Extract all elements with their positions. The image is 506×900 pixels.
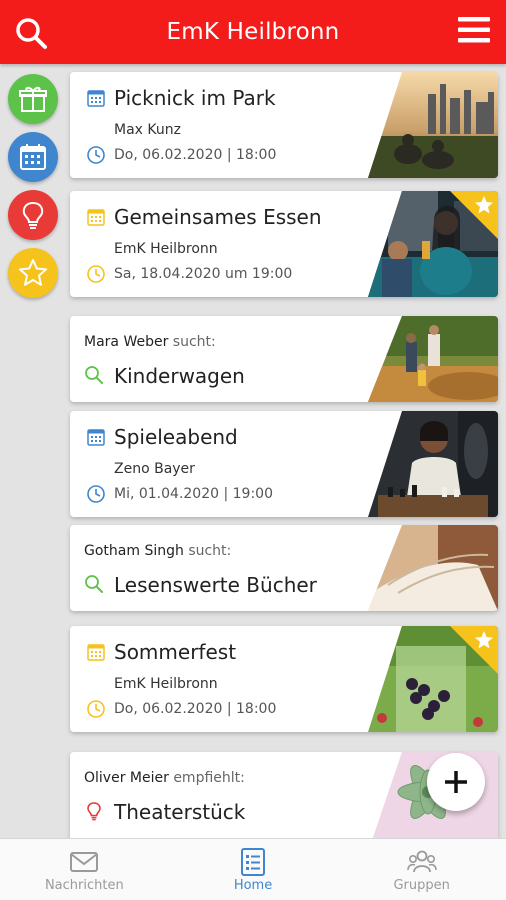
request-author: Mara Weber xyxy=(84,334,169,350)
clock-icon xyxy=(87,146,105,164)
list-icon xyxy=(241,848,265,876)
bottom-navigation: Nachrichten Home Gruppen xyxy=(0,838,506,900)
plus-icon xyxy=(445,771,467,793)
gift-icon xyxy=(19,86,47,112)
request-author-line: Mara Weber sucht: xyxy=(84,334,216,350)
star-icon xyxy=(475,631,493,649)
recommendation-author-line: Oliver Meier empfiehlt: xyxy=(84,770,245,786)
idea-filter-button[interactable] xyxy=(8,190,58,240)
clock-icon xyxy=(87,265,105,283)
search-icon xyxy=(85,575,103,593)
event-date: Do, 06.02.2020 | 18:00 xyxy=(114,147,277,163)
family-walk-photo xyxy=(368,316,498,402)
app-header: EmK Heilbronn xyxy=(0,0,506,64)
request-author-line: Gotham Singh sucht: xyxy=(84,543,231,559)
recommendation-verb: empfiehlt: xyxy=(173,770,245,786)
request-card[interactable]: Gotham Singh sucht: Lesenswerte Bücher xyxy=(70,525,498,611)
search-button[interactable] xyxy=(14,16,48,50)
nav-nachrichten[interactable]: Nachrichten xyxy=(0,839,169,900)
request-verb: sucht: xyxy=(172,334,216,350)
nav-gruppen[interactable]: Gruppen xyxy=(337,839,506,900)
request-author: Gotham Singh xyxy=(84,543,184,559)
request-title: Lesenswerte Bücher xyxy=(114,573,317,597)
mail-icon xyxy=(70,852,99,872)
nav-home[interactable]: Home xyxy=(169,839,338,900)
star-icon xyxy=(19,259,47,286)
event-title: Gemeinsames Essen xyxy=(114,205,322,229)
calendar-icon xyxy=(87,429,105,446)
star-icon xyxy=(475,196,493,214)
calendar-icon xyxy=(20,144,46,170)
event-date: Do, 06.02.2020 | 18:00 xyxy=(114,701,277,717)
event-card[interactable]: Picknick im Park Max Kunz Do, 06.02.2020… xyxy=(70,72,498,178)
nav-gruppen-label: Gruppen xyxy=(393,878,450,893)
event-organizer: Max Kunz xyxy=(114,122,181,138)
recommendation-title: Theaterstück xyxy=(114,800,246,824)
gift-filter-button[interactable] xyxy=(8,74,58,124)
event-organizer: Zeno Bayer xyxy=(114,461,195,477)
group-icon xyxy=(406,850,437,873)
lightbulb-icon xyxy=(87,802,101,821)
event-date: Mi, 01.04.2020 | 19:00 xyxy=(114,486,273,502)
event-card[interactable]: Sommerfest EmK Heilbronn Do, 06.02.2020 … xyxy=(70,626,498,732)
nav-home-label: Home xyxy=(233,878,273,893)
event-organizer: EmK Heilbronn xyxy=(114,241,218,257)
recommendation-author: Oliver Meier xyxy=(84,770,169,786)
clock-icon xyxy=(87,700,105,718)
event-title: Sommerfest xyxy=(114,640,237,664)
event-card[interactable]: Spieleabend Zeno Bayer Mi, 01.04.2020 | … xyxy=(70,411,498,517)
park-photo xyxy=(368,72,498,178)
calendar-filter-button[interactable] xyxy=(8,132,58,182)
menu-button[interactable] xyxy=(458,17,490,43)
clock-icon xyxy=(87,485,105,503)
side-filter-bar xyxy=(0,64,66,840)
favorites-filter-button[interactable] xyxy=(8,248,58,298)
lightbulb-icon xyxy=(22,201,44,229)
request-title: Kinderwagen xyxy=(114,364,245,388)
search-icon xyxy=(85,366,103,384)
calendar-icon xyxy=(87,644,105,661)
request-verb: sucht: xyxy=(188,543,232,559)
event-title: Spieleabend xyxy=(114,425,238,449)
event-card[interactable]: Gemeinsames Essen EmK Heilbronn Sa, 18.0… xyxy=(70,191,498,297)
event-organizer: EmK Heilbronn xyxy=(114,676,218,692)
chess-photo xyxy=(368,411,498,517)
event-date: Sa, 18.04.2020 um 19:00 xyxy=(114,266,293,282)
calendar-icon xyxy=(87,209,105,226)
book-photo xyxy=(368,525,498,611)
request-card[interactable]: Mara Weber sucht: Kinderwagen xyxy=(70,316,498,402)
app-title: EmK Heilbronn xyxy=(166,19,340,45)
event-title: Picknick im Park xyxy=(114,86,276,110)
hamburger-icon xyxy=(458,17,490,43)
nav-nachrichten-label: Nachrichten xyxy=(44,878,124,893)
calendar-icon xyxy=(87,90,105,107)
search-icon xyxy=(16,18,47,49)
add-button[interactable] xyxy=(427,753,485,811)
